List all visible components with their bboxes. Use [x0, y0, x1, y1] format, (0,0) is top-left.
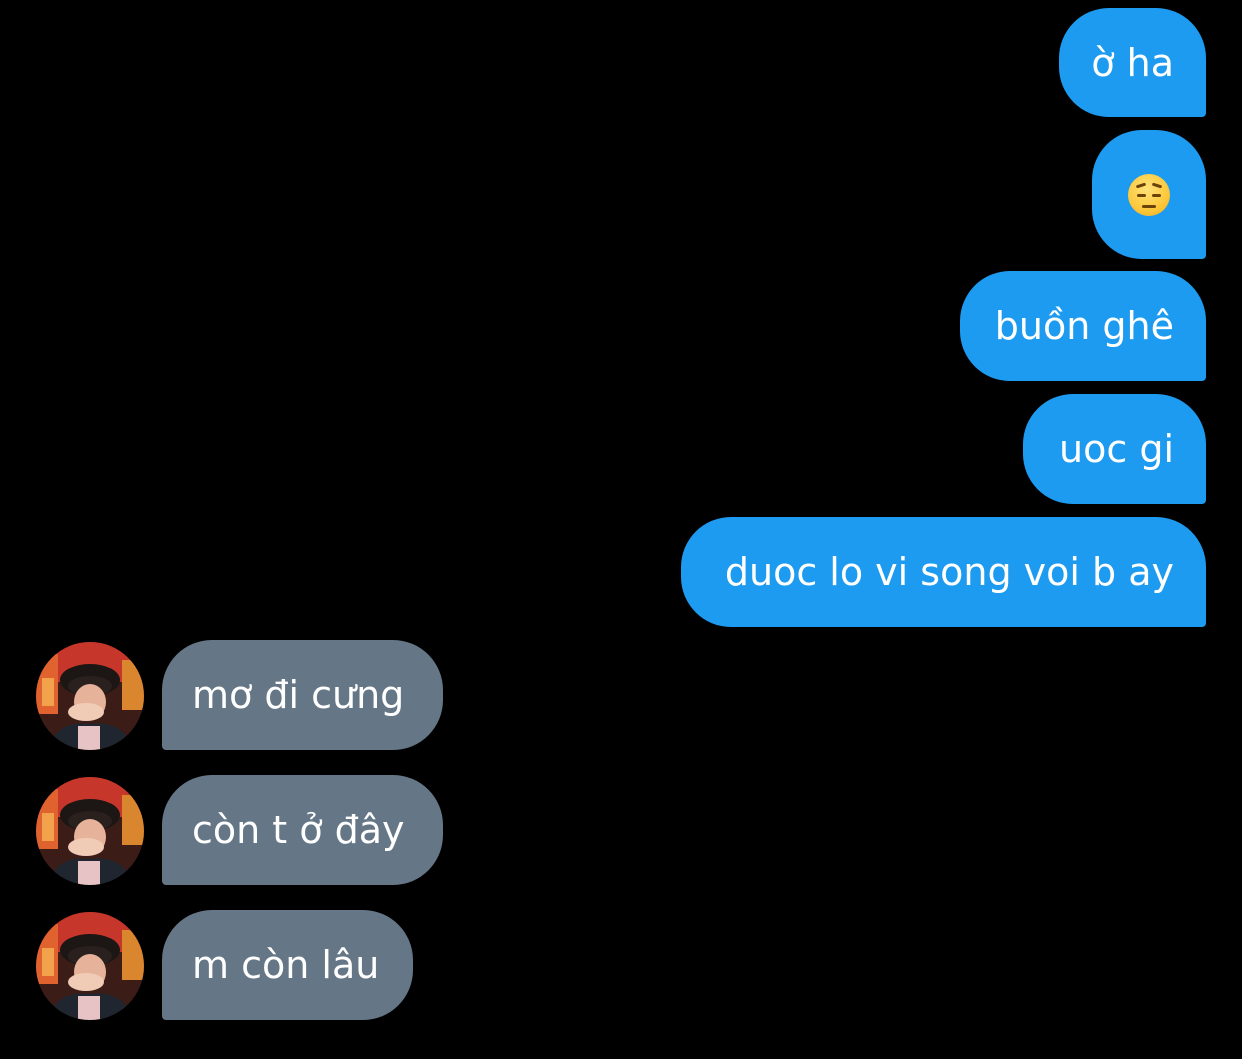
- user-avatar[interactable]: [36, 777, 144, 885]
- message-text: duoc lo vi song voi b ay: [724, 550, 1174, 594]
- avatar-photo-icon: [36, 642, 144, 750]
- avatar-photo-icon: [36, 912, 144, 1020]
- message-text: ờ ha: [1091, 40, 1174, 85]
- message-text: còn t ở đây: [192, 808, 405, 852]
- outgoing-message[interactable]: duoc lo vi song voi b ay: [681, 517, 1206, 627]
- user-avatar[interactable]: [36, 912, 144, 1020]
- incoming-message[interactable]: m còn lâu: [162, 910, 413, 1020]
- user-avatar[interactable]: [36, 642, 144, 750]
- avatar-photo-icon: [36, 777, 144, 885]
- message-text: m còn lâu: [192, 943, 380, 987]
- message-text: mơ đi cưng: [192, 673, 405, 717]
- pensive-face-emoji-icon: [1128, 173, 1170, 216]
- outgoing-message[interactable]: uoc gi: [1023, 394, 1206, 504]
- message-text: uoc gi: [1059, 427, 1174, 471]
- chat-thread: ờ ha buồn ghê uoc gi duoc lo vi song voi…: [0, 0, 1242, 1059]
- outgoing-message-emoji[interactable]: [1092, 130, 1206, 259]
- incoming-message[interactable]: còn t ở đây: [162, 775, 443, 885]
- incoming-message[interactable]: mơ đi cưng: [162, 640, 443, 750]
- outgoing-message[interactable]: buồn ghê: [960, 271, 1206, 381]
- message-text: buồn ghê: [994, 304, 1174, 348]
- outgoing-message[interactable]: ờ ha: [1059, 8, 1206, 117]
